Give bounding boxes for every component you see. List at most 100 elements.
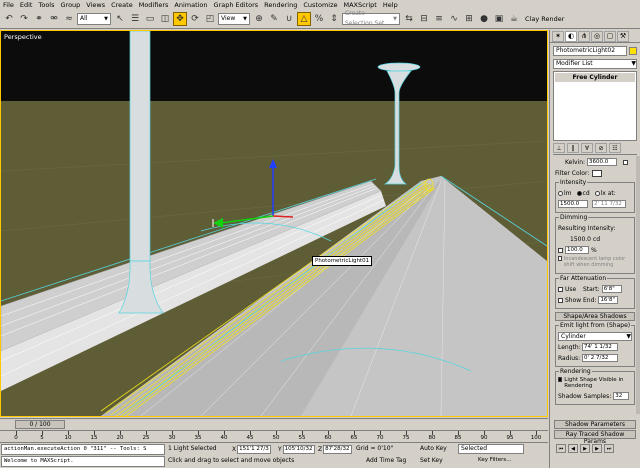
pivot-center-icon[interactable]: ⊕ [252, 12, 266, 26]
key-selection-dropdown[interactable]: Selected [458, 444, 524, 454]
filter-color-swatch[interactable] [592, 169, 603, 177]
menu-modifiers[interactable]: Modifiers [136, 0, 172, 10]
viewport-label[interactable]: Perspective [4, 33, 42, 41]
dimming-checkbox[interactable] [558, 247, 563, 253]
modifier-list-dropdown[interactable]: Modifier List ▼ [553, 59, 637, 69]
make-unique-icon[interactable]: ∀ [581, 143, 593, 153]
attenuation-end-input[interactable]: 16'8" [598, 296, 619, 304]
pin-stack-icon[interactable]: ⊥ [553, 143, 565, 153]
selection-filter-dropdown[interactable]: All ▼ [77, 13, 111, 25]
intensity-input[interactable]: 1500.0 [558, 200, 588, 208]
configure-sets-icon[interactable]: ☷ [609, 143, 621, 153]
go-to-start-icon[interactable]: ⏮ [556, 444, 566, 453]
kelvin-color-swatch[interactable] [623, 159, 629, 165]
named-selection-sets-input[interactable]: Create Selection Set ▼ [342, 10, 400, 27]
quick-render-icon[interactable]: ☕ [507, 12, 521, 26]
menu-group[interactable]: Group [58, 0, 84, 10]
curve-editor-icon[interactable]: ∿ [447, 12, 461, 26]
maxscript-listener-input[interactable]: actionMan.executeAction 0 "311" -- Tools… [1, 444, 165, 455]
modifier-stack[interactable]: Free Cylinder [553, 71, 637, 141]
dimming-percent-input[interactable]: 100.0 [565, 246, 589, 254]
undo-icon[interactable]: ↶ [2, 12, 16, 26]
utilities-tab-icon[interactable]: ⚒ [617, 30, 629, 42]
ray-traced-shadow-rollout[interactable]: Ray Traced Shadow Params [554, 430, 636, 445]
emit-shape-dropdown[interactable]: Cylinder ▼ [558, 332, 632, 341]
menu-file[interactable]: File [0, 0, 17, 10]
modify-tab-icon[interactable]: ◐ [565, 30, 577, 42]
render-scene-icon[interactable]: ▣ [492, 12, 506, 26]
go-to-end-icon[interactable]: ⏭ [604, 444, 614, 453]
shadow-samples-dropdown[interactable]: 32 [613, 392, 630, 400]
maxscript-output[interactable]: Welcome to MAXScript. [1, 456, 165, 467]
layer-manager-icon[interactable]: ≡ [432, 12, 446, 26]
time-slider[interactable]: 0 / 100 [0, 418, 548, 430]
incandescent-checkbox[interactable] [558, 256, 562, 261]
link-icon[interactable]: ⚭ [32, 12, 46, 26]
menu-animation[interactable]: Animation [171, 0, 210, 10]
light-shape-visible-checkbox[interactable] [558, 377, 563, 382]
object-color-swatch[interactable] [629, 47, 637, 55]
menu-graph-editors[interactable]: Graph Editors [211, 0, 262, 10]
select-manipulate-icon[interactable]: ✎ [267, 12, 281, 26]
select-move-icon[interactable]: ✥ [173, 12, 187, 26]
unlink-icon[interactable]: ⚮ [47, 12, 61, 26]
menu-tools[interactable]: Tools [35, 0, 57, 10]
select-by-name-icon[interactable]: ☰ [128, 12, 142, 26]
select-rotate-icon[interactable]: ⟳ [188, 12, 202, 26]
intensity-distance-input[interactable]: 2' 11 7/32 [592, 200, 626, 208]
percent-snap-icon[interactable]: % [312, 12, 326, 26]
previous-frame-icon[interactable]: ◀ [568, 444, 578, 453]
snaps-toggle-icon[interactable]: ∪ [282, 12, 296, 26]
object-name-input[interactable]: PhotometricLight02 [553, 46, 627, 56]
menu-edit[interactable]: Edit [17, 0, 36, 10]
display-tab-icon[interactable]: ▢ [604, 30, 616, 42]
x-coordinate-input[interactable]: 151'1 27/3 [237, 444, 271, 454]
time-slider-thumb[interactable]: 0 / 100 [15, 420, 65, 429]
attenuation-start-input[interactable]: 6'8" [601, 285, 622, 293]
bind-space-warp-icon[interactable]: ≈ [62, 12, 76, 26]
hierarchy-tab-icon[interactable]: ⋔ [578, 30, 590, 42]
menu-customize[interactable]: Customize [300, 0, 340, 10]
align-icon[interactable]: ⊟ [417, 12, 431, 26]
clay-render-button[interactable]: Clay Render [525, 15, 564, 23]
modifier-stack-item[interactable]: Free Cylinder [555, 73, 635, 82]
auto-key-button[interactable]: Auto Key [420, 445, 447, 452]
create-tab-icon[interactable]: ✶ [552, 30, 564, 42]
lm-radio[interactable] [558, 190, 563, 196]
material-editor-icon[interactable]: ● [477, 12, 491, 26]
select-scale-icon[interactable]: ◰ [203, 12, 217, 26]
rect-selection-icon[interactable]: ▭ [143, 12, 157, 26]
lx-at-radio[interactable] [594, 190, 600, 196]
motion-tab-icon[interactable]: ◎ [591, 30, 603, 42]
kelvin-input[interactable]: 3600.0 [587, 158, 618, 166]
select-object-icon[interactable]: ↖ [113, 12, 127, 26]
y-coordinate-input[interactable]: 105'10/32 [282, 444, 315, 454]
mirror-icon[interactable]: ⇆ [402, 12, 416, 26]
perspective-viewport[interactable]: Perspective PhotometricLight01 [0, 30, 548, 417]
menu-rendering[interactable]: Rendering [261, 0, 300, 10]
window-crossing-icon[interactable]: ◫ [158, 12, 172, 26]
spinner-snap-icon[interactable]: ⇕ [327, 12, 341, 26]
play-icon[interactable]: ▶ [580, 444, 590, 453]
show-attenuation-checkbox[interactable] [558, 297, 563, 303]
redo-icon[interactable]: ↷ [17, 12, 31, 26]
angle-snap-icon[interactable]: △ [297, 12, 311, 26]
cd-radio[interactable] [576, 190, 582, 196]
next-frame-icon[interactable]: ▶ [592, 444, 602, 453]
key-filters-button[interactable]: Key Filters... [478, 457, 511, 463]
shadow-parameters-rollout[interactable]: Shadow Parameters [554, 420, 636, 429]
use-attenuation-checkbox[interactable] [558, 286, 563, 292]
menu-create[interactable]: Create [108, 0, 136, 10]
reference-coordinate-dropdown[interactable]: View ▼ [218, 13, 250, 25]
light-parameters-scroll[interactable]: Kelvin: 3600.0 Filter Color: Intensity l… [555, 156, 635, 414]
radius-input[interactable]: 0' 2 7/32 [582, 354, 618, 362]
set-key-button[interactable]: Set Key [420, 457, 443, 464]
length-input[interactable]: 74' 1 1/32 [582, 343, 618, 351]
add-time-tag-button[interactable]: Add Time Tag [366, 457, 406, 464]
shape-area-shadows-rollout[interactable]: Shape/Area Shadows [555, 312, 635, 321]
track-bar[interactable]: 0 5 10 15 20 25 30 35 40 45 50 55 60 65 70 75 80 85 90 95 10… [0, 430, 548, 442]
remove-modifier-icon[interactable]: ⊘ [595, 143, 607, 153]
menu-views[interactable]: Views [83, 0, 108, 10]
show-end-result-icon[interactable]: ‖ [567, 143, 579, 153]
z-coordinate-input[interactable]: 87'28/32 [323, 444, 352, 454]
